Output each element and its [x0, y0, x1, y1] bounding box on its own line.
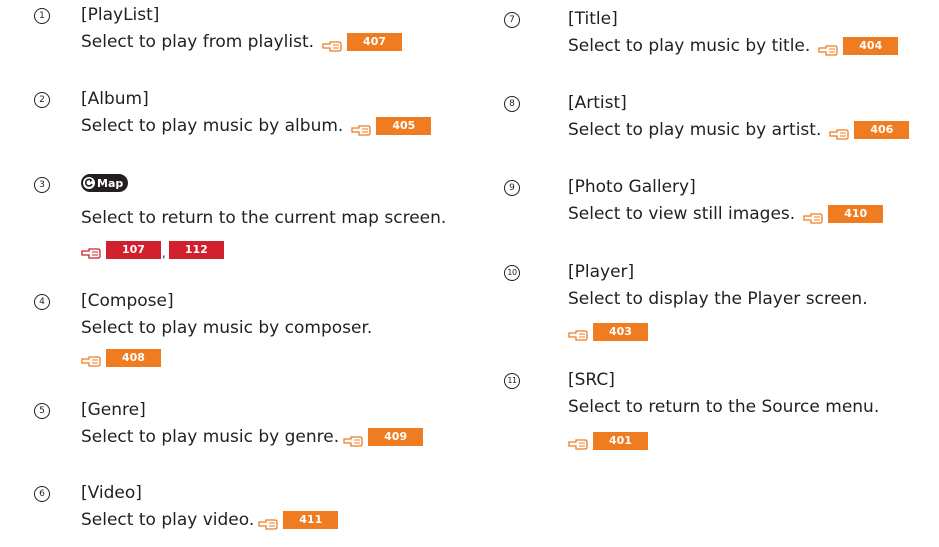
- item-label: [SRC]: [568, 370, 615, 390]
- page-reference[interactable]: 409: [343, 428, 424, 447]
- map-button-label: Map: [97, 176, 124, 190]
- item-label: [Video]: [81, 483, 142, 503]
- description-text: Select to play video.: [81, 510, 255, 530]
- page-reference[interactable]: 408: [81, 349, 161, 367]
- description-text: Select to play music by genre.: [81, 427, 340, 447]
- item-label: [PlayList]: [81, 5, 160, 25]
- pointing-hand-icon: [81, 244, 101, 259]
- page-reference-group: 107 , 112: [81, 241, 224, 259]
- page-badge[interactable]: 112: [168, 241, 224, 259]
- pointing-hand-icon: [81, 352, 101, 367]
- page-reference[interactable]: 401: [568, 432, 648, 450]
- item-description: Select to play video. 411: [81, 509, 339, 531]
- page-reference-group: 408: [81, 349, 161, 367]
- item-label: [Player]: [568, 262, 635, 282]
- item-number: 4: [34, 294, 50, 310]
- description-text: Select to play from playlist.: [81, 32, 315, 52]
- pointing-hand-icon: [568, 435, 588, 450]
- pointing-hand-icon: [568, 326, 588, 341]
- page-reference[interactable]: 406: [829, 121, 910, 140]
- item-label: [Photo Gallery]: [568, 177, 696, 197]
- page-reference[interactable]: 411: [258, 511, 339, 530]
- item-number: 5: [34, 403, 50, 419]
- map-button: Map: [81, 174, 129, 192]
- item-number: 10: [504, 265, 520, 281]
- pointing-hand-icon: [258, 514, 278, 530]
- page-reference[interactable]: 404: [818, 37, 899, 56]
- page-reference[interactable]: 410: [803, 205, 884, 224]
- item-description: Select to play from playlist. 407: [81, 31, 403, 53]
- page-badge[interactable]: 403: [593, 323, 648, 341]
- description-text: Select to play music by artist.: [568, 120, 822, 140]
- page-badge[interactable]: 406: [854, 121, 910, 139]
- page-badge[interactable]: 407: [347, 33, 403, 51]
- pointing-hand-icon: [818, 40, 838, 56]
- item-description: Select to view still images. 410: [568, 203, 884, 225]
- item-number: 6: [34, 486, 50, 502]
- pointing-hand-icon: [803, 208, 823, 224]
- return-arrow-icon: [83, 177, 95, 189]
- item-label: [Title]: [568, 9, 618, 29]
- pointing-hand-icon: [343, 431, 363, 447]
- item-number: 7: [504, 12, 520, 28]
- pointing-hand-icon: [351, 120, 371, 136]
- page-badge[interactable]: 411: [283, 511, 339, 529]
- page-reference[interactable]: 403: [568, 323, 648, 341]
- item-label: [Album]: [81, 89, 149, 109]
- item-description: Select to play music by composer.: [81, 318, 373, 338]
- item-number: 9: [504, 180, 520, 196]
- description-text: Select to play music by title.: [568, 36, 811, 56]
- item-description: Select to return to the Source menu.: [568, 397, 880, 417]
- item-description: Select to display the Player screen.: [568, 289, 868, 309]
- item-description: Select to return to the current map scre…: [81, 208, 447, 228]
- page-reference[interactable]: 405: [351, 117, 432, 136]
- item-label: [Genre]: [81, 400, 146, 420]
- page-badge[interactable]: 408: [106, 349, 161, 367]
- pointing-hand-icon: [829, 124, 850, 140]
- page-reference[interactable]: 407: [322, 33, 403, 52]
- page-badge[interactable]: 404: [843, 37, 899, 55]
- page-reference-group: 403: [568, 323, 648, 341]
- page-reference-group: 401: [568, 432, 648, 450]
- item-label: [Compose]: [81, 291, 174, 311]
- item-description: Select to play music by title. 404: [568, 35, 899, 57]
- item-number: 8: [504, 96, 520, 112]
- item-number: 1: [34, 8, 50, 24]
- description-text: Select to view still images.: [568, 204, 796, 224]
- pointing-hand-icon: [322, 36, 342, 52]
- item-description: Select to play music by album. 405: [81, 115, 432, 137]
- page-badge[interactable]: 409: [368, 428, 424, 446]
- item-number: 2: [34, 92, 50, 108]
- comma-separator: ,: [161, 246, 166, 260]
- item-description: Select to play music by genre. 409: [81, 426, 424, 448]
- item-number: 11: [504, 373, 520, 389]
- page-badge[interactable]: 107: [106, 241, 161, 259]
- page-badge[interactable]: 401: [593, 432, 648, 450]
- item-description: Select to play music by artist. 406: [568, 119, 910, 141]
- page-reference[interactable]: 107: [81, 241, 161, 259]
- item-label: [Artist]: [568, 93, 627, 113]
- page-badge[interactable]: 410: [828, 205, 884, 223]
- page-badge[interactable]: 405: [376, 117, 432, 135]
- description-text: Select to play music by album.: [81, 116, 344, 136]
- item-number: 3: [34, 177, 50, 193]
